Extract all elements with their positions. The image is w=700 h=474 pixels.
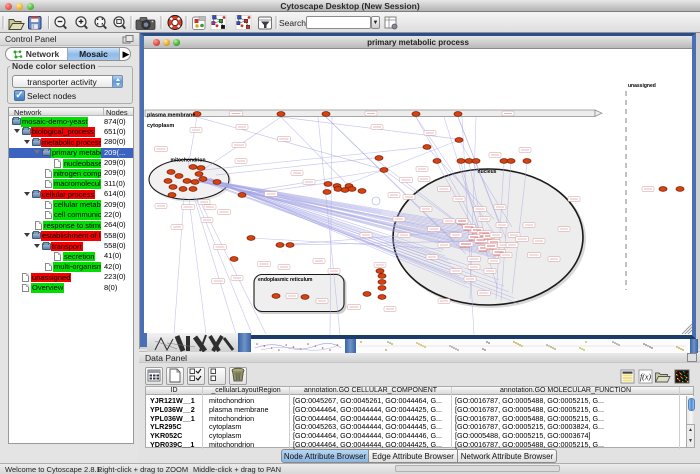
svg-text:cytoplasm: cytoplasm — [147, 123, 174, 129]
svg-text:mitochondrion: mitochondrion — [171, 158, 206, 164]
svg-text:nucleus: nucleus — [478, 169, 497, 175]
svg-text:unassigned: unassigned — [628, 83, 656, 89]
svg-text:plasma membrane: plasma membrane — [147, 113, 195, 119]
svg-text:endoplasmic reticulum: endoplasmic reticulum — [258, 277, 313, 283]
svg-text:f(x): f(x) — [640, 373, 651, 382]
